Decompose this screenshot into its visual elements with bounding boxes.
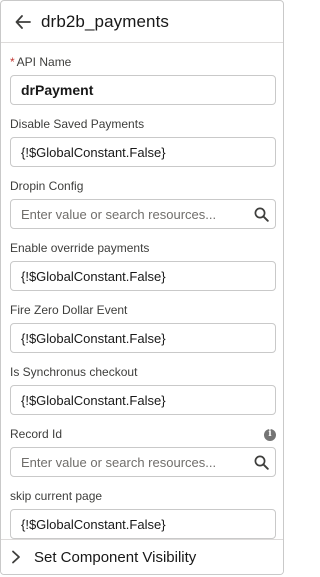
record-id-input[interactable]: Enter value or search resources... (10, 447, 276, 477)
field-label: API Name (16, 55, 72, 69)
is-synchronus-checkout-input[interactable]: {!$GlobalConstant.False} (10, 385, 276, 415)
field-label: Fire Zero Dollar Event (10, 303, 128, 317)
field-fire-zero-dollar-event: Fire Zero Dollar Event {!$GlobalConstant… (10, 303, 276, 353)
field-record-id: Record Id i Enter value or search resour… (10, 427, 276, 477)
section-label: Set Component Visibility (34, 548, 197, 566)
api-name-input[interactable]: drPayment (10, 75, 276, 105)
properties-panel: drb2b_payments * API Name drPayment Disab… (0, 0, 284, 575)
field-skip-current-page: skip current page {!$GlobalConstant.Fals… (10, 489, 276, 539)
field-api-name: * API Name drPayment (10, 55, 276, 105)
field-label: Dropin Config (10, 179, 84, 193)
properties-form: * API Name drPayment Disable Saved Paymen… (1, 55, 283, 539)
dropin-config-input[interactable]: Enter value or search resources... (10, 199, 276, 229)
fire-zero-dollar-event-input[interactable]: {!$GlobalConstant.False} (10, 323, 276, 353)
panel-header: drb2b_payments (1, 1, 283, 43)
field-is-synchronus-checkout: Is Synchronus checkout {!$GlobalConstant… (10, 365, 276, 415)
enable-override-payments-input[interactable]: {!$GlobalConstant.False} (10, 261, 276, 291)
search-icon[interactable] (253, 206, 269, 222)
info-icon[interactable]: i (264, 428, 276, 441)
search-icon[interactable] (253, 454, 269, 470)
field-label: Disable Saved Payments (10, 117, 145, 131)
input-placeholder: Enter value or search resources... (21, 206, 217, 222)
chevron-right-icon (11, 550, 25, 564)
component-title: drb2b_payments (41, 11, 170, 31)
input-placeholder: Enter value or search resources... (21, 454, 217, 470)
required-marker: * (10, 55, 15, 69)
skip-current-page-input[interactable]: {!$GlobalConstant.False} (10, 509, 276, 539)
field-label: skip current page (10, 489, 103, 503)
field-label: Is Synchronus checkout (10, 365, 138, 379)
field-label: Enable override payments (10, 241, 150, 255)
field-label: Record Id (10, 427, 63, 441)
field-dropin-config: Dropin Config Enter value or search reso… (10, 179, 276, 229)
set-component-visibility-section[interactable]: Set Component Visibility (1, 539, 283, 574)
field-enable-override-payments: Enable override payments {!$GlobalConsta… (10, 241, 276, 291)
disable-saved-payments-input[interactable]: {!$GlobalConstant.False} (10, 137, 276, 167)
field-disable-saved-payments: Disable Saved Payments {!$GlobalConstant… (10, 117, 276, 167)
back-arrow-icon[interactable] (11, 10, 35, 34)
